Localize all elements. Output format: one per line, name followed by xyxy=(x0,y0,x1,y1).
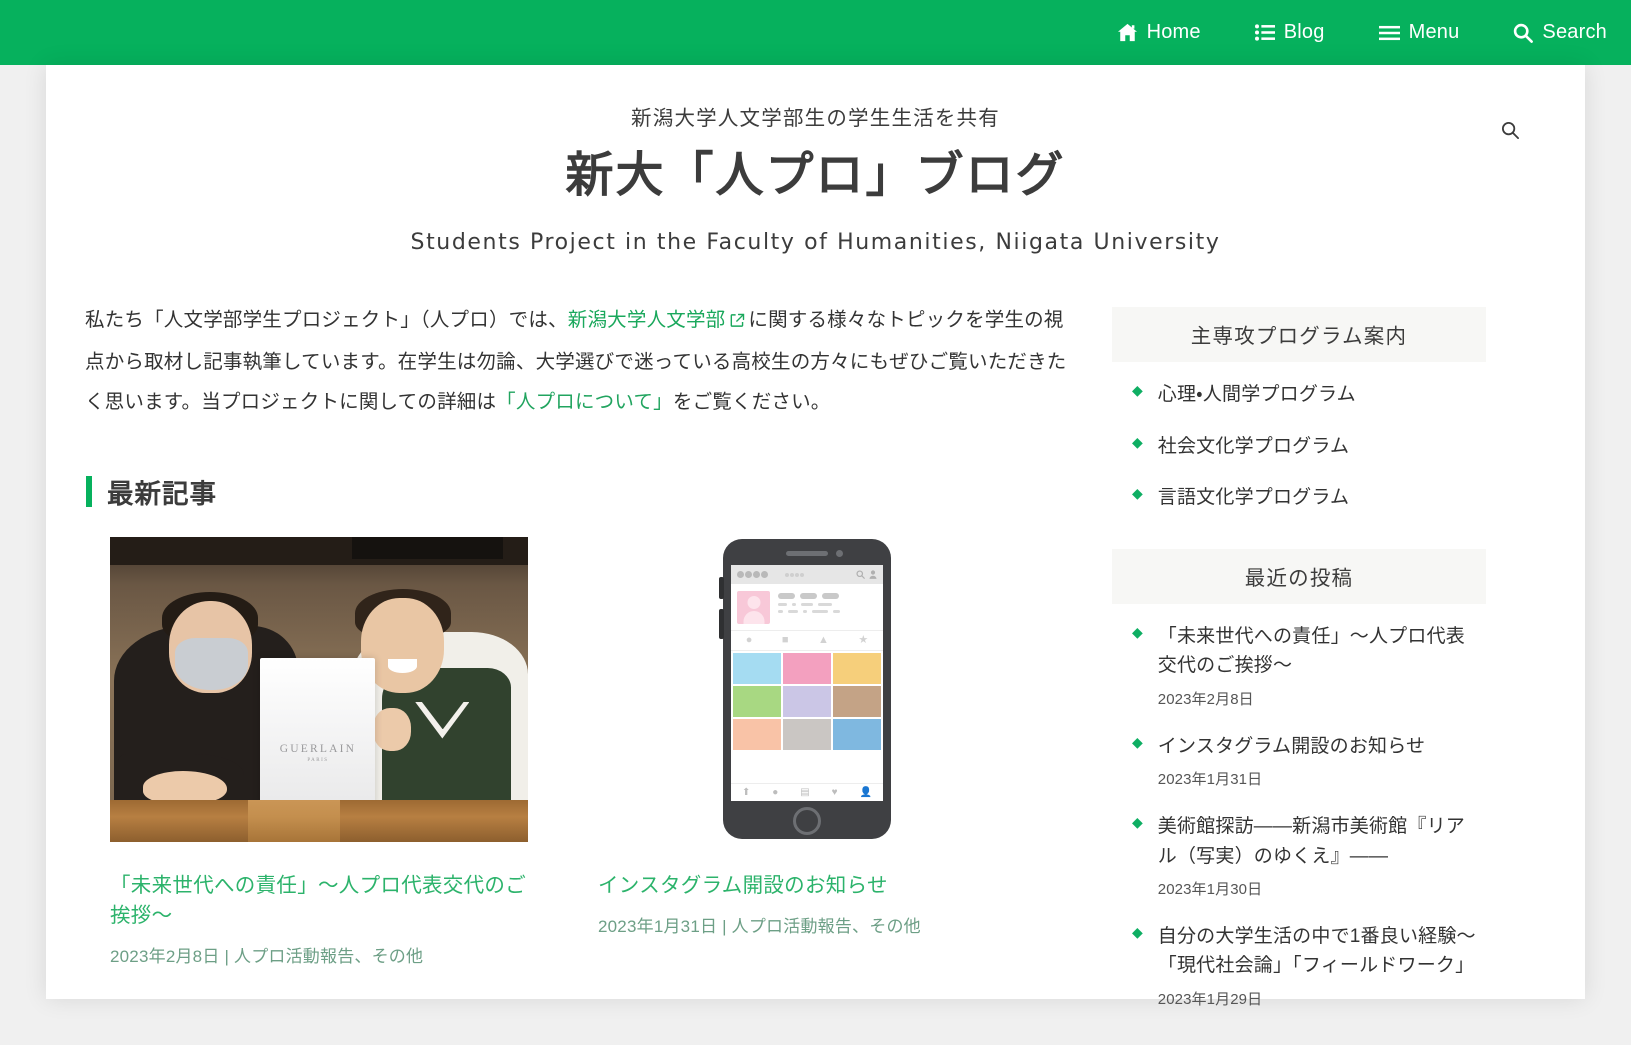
post-grid: GUERLAIN PARIS 「未来世代への責任」〜人プロ代表交代のご挨拶〜 2… xyxy=(82,537,1082,966)
nav-label-search: Search xyxy=(1542,21,1607,43)
diamond-bullet-icon: ◆ xyxy=(1132,433,1143,450)
star-icon: ★ xyxy=(858,634,869,647)
grid-tile xyxy=(783,719,831,751)
students-with-bag-photo: GUERLAIN PARIS xyxy=(110,537,528,843)
post-meta: 2023年1月31日 | 人プロ活動報告、その他 xyxy=(598,916,921,936)
nav-label-menu: Menu xyxy=(1408,21,1460,43)
avatar xyxy=(737,591,770,625)
circle-icon: ● xyxy=(745,634,753,647)
intro-text-3: をご覧ください。 xyxy=(672,390,831,413)
grid-tile xyxy=(733,686,781,718)
post-title[interactable]: 「未来世代への責任」〜人プロ代表交代のご挨拶〜 xyxy=(110,871,530,930)
heading-accent-bar xyxy=(86,476,92,508)
triangle-icon: ▲ xyxy=(817,634,829,647)
person-icon xyxy=(869,566,877,584)
post-title[interactable]: インスタグラム開設のお知らせ xyxy=(598,871,1018,901)
grid-tile xyxy=(783,653,831,685)
latest-articles-heading: 最新記事 xyxy=(82,472,1082,511)
search-icon xyxy=(856,566,865,584)
section-title: 最新記事 xyxy=(107,479,217,510)
list-item[interactable]: ◆ 美術館探訪――新潟市美術館『リアル（写実）のゆくえ』―― 2023年1月30… xyxy=(1112,812,1486,899)
intro-link-faculty[interactable]: 新潟大学人文学部 xyxy=(568,309,726,331)
grid-tile xyxy=(783,686,831,718)
header-search-toggle[interactable] xyxy=(1501,121,1520,140)
list-item[interactable]: ◆ 「未来世代への責任」〜人プロ代表交代のご挨拶〜 2023年2月8日 xyxy=(1112,622,1486,709)
gallery-icon: ▤ xyxy=(800,786,810,798)
site-title[interactable]: 新大「人プロ」ブログ xyxy=(46,144,1585,209)
home-icon: ⬆ xyxy=(741,786,751,798)
post-card[interactable]: GUERLAIN PARIS 「未来世代への責任」〜人プロ代表交代のご挨拶〜 2… xyxy=(110,537,530,966)
grid-tile xyxy=(833,686,881,718)
diamond-bullet-icon: ◆ xyxy=(1132,733,1143,750)
program-link[interactable]: 心理・人間学プログラム xyxy=(1158,384,1356,405)
top-navigation-bar: Home Blog Menu Search xyxy=(0,0,1631,65)
post-thumbnail[interactable]: GUERLAIN PARIS xyxy=(110,537,528,843)
heart-icon: ♥ xyxy=(831,786,838,798)
list-item[interactable]: ◆ インスタグラム開設のお知らせ 2023年1月31日 xyxy=(1112,732,1486,789)
site-subtitle: Students Project in the Faculty of Human… xyxy=(410,230,1221,256)
photo-grid xyxy=(731,651,883,752)
intro-text-1: 私たち「人文学部学生プロジェクト」（人プロ）では、 xyxy=(85,309,568,332)
search-icon xyxy=(1513,23,1534,43)
recent-post-date: 2023年1月30日 xyxy=(1157,880,1263,898)
program-link[interactable]: 社会文化学プログラム xyxy=(1158,436,1349,457)
diamond-bullet-icon: ◆ xyxy=(1132,814,1143,831)
diamond-bullet-icon: ◆ xyxy=(1132,382,1143,399)
site-header: 新潟大学人文学部生の学生生活を共有 新大「人プロ」ブログ Students Pr… xyxy=(46,65,1585,255)
intro-paragraph: 私たち「人文学部学生プロジェクト」（人プロ）では、新潟大学人文学部 に関する様々な… xyxy=(82,301,1082,422)
widget-recent-posts: 最近の投稿 ◆ 「未来世代への責任」〜人プロ代表交代のご挨拶〜 2023年2月8… xyxy=(1112,548,1486,1009)
post-meta: 2023年2月8日 | 人プロ活動報告、その他 xyxy=(110,946,424,966)
recent-post-date: 2023年2月8日 xyxy=(1157,690,1254,708)
intro-link-about[interactable]: 「人プロについて」 xyxy=(496,391,673,413)
nav-item-blog[interactable]: Blog xyxy=(1254,21,1325,44)
page-container: 新潟大学人文学部生の学生生活を共有 新大「人プロ」ブログ Students Pr… xyxy=(46,65,1585,1008)
main-column: 私たち「人文学部学生プロジェクト」（人プロ）では、新潟大学人文学部 に関する様々な… xyxy=(82,301,1082,1044)
list-item[interactable]: ◆ 言語文化学プログラム xyxy=(1112,483,1486,512)
program-link[interactable]: 言語文化学プログラム xyxy=(1158,487,1349,508)
post-card[interactable]: ● ■ ▲ ★ ⬆ ● ▤ ♥ 👤 インスタグラム開設のお知らせ 2023年1月… xyxy=(598,537,1018,966)
grid-tile xyxy=(733,653,781,685)
list-icon xyxy=(1254,24,1275,41)
site-tagline: 新潟大学人文学部生の学生生活を共有 xyxy=(631,107,1000,130)
recent-post-date: 2023年1月31日 xyxy=(1157,771,1263,789)
square-icon: ■ xyxy=(781,634,789,647)
recent-post-link[interactable]: 美術館探訪――新潟市美術館『リアル（写実）のゆくえ』―― xyxy=(1158,816,1465,866)
grid-tile xyxy=(733,719,781,751)
sidebar: 主専攻プログラム案内 ◆ 心理・人間学プログラム ◆ 社会文化学プログラム ◆ … xyxy=(1112,301,1486,1044)
nav-item-search[interactable]: Search xyxy=(1513,21,1607,44)
widget-title: 最近の投稿 xyxy=(1112,548,1486,604)
circle-icon: ● xyxy=(772,786,779,798)
widget-title: 主専攻プログラム案内 xyxy=(1112,307,1486,363)
widget-programs: 主専攻プログラム案内 ◆ 心理・人間学プログラム ◆ 社会文化学プログラム ◆ … xyxy=(1112,307,1486,512)
nav-label-home: Home xyxy=(1146,21,1201,43)
search-icon xyxy=(1501,121,1520,144)
home-icon xyxy=(1117,23,1138,42)
nav-item-menu[interactable]: Menu xyxy=(1378,21,1460,44)
grid-tile xyxy=(833,719,881,751)
nav-item-home[interactable]: Home xyxy=(1117,21,1201,44)
hamburger-icon xyxy=(1378,25,1400,41)
nav-label-blog: Blog xyxy=(1283,21,1325,43)
recent-post-link[interactable]: インスタグラム開設のお知らせ xyxy=(1158,736,1425,757)
recent-post-link[interactable]: 自分の大学生活の中で1番良い経験〜「現代社会論」「フィールドワーク」 xyxy=(1158,926,1476,976)
list-item[interactable]: ◆ 心理・人間学プログラム xyxy=(1112,380,1486,409)
list-item[interactable]: ◆ 社会文化学プログラム xyxy=(1112,432,1486,461)
recent-posts-list: ◆ 「未来世代への責任」〜人プロ代表交代のご挨拶〜 2023年2月8日 ◆ イン… xyxy=(1112,622,1486,1009)
recent-post-link[interactable]: 「未来世代への責任」〜人プロ代表交代のご挨拶〜 xyxy=(1158,626,1465,676)
external-link-icon xyxy=(730,303,745,343)
programs-list: ◆ 心理・人間学プログラム ◆ 社会文化学プログラム ◆ 言語文化学プログラム xyxy=(1112,380,1486,512)
list-item[interactable]: ◆ 自分の大学生活の中で1番良い経験〜「現代社会論」「フィールドワーク」 202… xyxy=(1112,922,1486,1009)
bag-brand-label: GUERLAIN PARIS xyxy=(279,742,357,763)
recent-post-date: 2023年1月29日 xyxy=(1157,990,1263,1008)
diamond-bullet-icon: ◆ xyxy=(1132,623,1143,640)
person-icon: 👤 xyxy=(859,786,872,798)
grid-tile xyxy=(833,653,881,685)
diamond-bullet-icon: ◆ xyxy=(1132,485,1143,502)
content-columns: 私たち「人文学部学生プロジェクト」（人プロ）では、新潟大学人文学部 に関する様々な… xyxy=(46,301,1585,1044)
post-thumbnail[interactable]: ● ■ ▲ ★ ⬆ ● ▤ ♥ 👤 xyxy=(598,537,1016,843)
diamond-bullet-icon: ◆ xyxy=(1132,923,1143,940)
smartphone-illustration: ● ■ ▲ ★ ⬆ ● ▤ ♥ 👤 xyxy=(598,537,1016,842)
